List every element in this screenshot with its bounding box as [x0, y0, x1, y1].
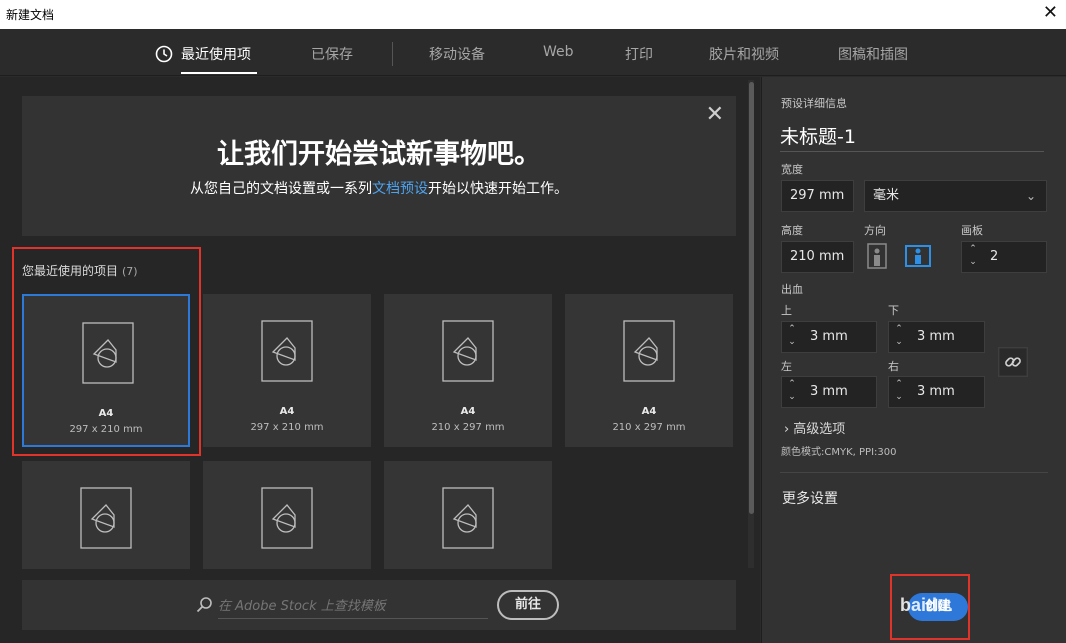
preset-card[interactable]: A4 297 x 210 mm — [203, 294, 371, 447]
advanced-options-label: 高级选项 — [793, 422, 846, 437]
advanced-options[interactable]: › 高级选项 — [784, 418, 845, 437]
search-icon — [196, 597, 212, 613]
tab-web[interactable]: Web — [543, 44, 574, 60]
preset-details-panel: 预设详细信息 未标题-1 宽度 297 mm 毫米 ⌄ 高度 210 mm 方向 … — [761, 77, 1066, 643]
document-preset-icon — [442, 487, 494, 549]
width-field[interactable]: 297 mm — [781, 180, 854, 212]
document-preset-icon — [80, 487, 132, 549]
preset-card[interactable] — [22, 461, 190, 569]
height-field[interactable]: 210 mm — [781, 241, 854, 273]
banner-close-icon[interactable]: ✕ — [706, 104, 724, 126]
artboards-stepper[interactable]: ⌃ ⌄ — [966, 243, 980, 271]
bleed-label: 出血 — [781, 283, 803, 296]
landscape-orientation-icon[interactable] — [905, 243, 931, 269]
window-title: 新建文档 — [6, 8, 55, 22]
welcome-banner: 让我们开始尝试新事物吧。 从您自己的文档设置或一系列文档预设开始以快速开始工作。… — [22, 96, 736, 236]
document-preset-icon — [442, 320, 494, 382]
bleed-left-label: 左 — [781, 360, 792, 373]
stock-search-input[interactable] — [218, 595, 488, 619]
welcome-sub-after: 开始以快速开始工作。 — [428, 181, 568, 197]
link-bleed-icon[interactable] — [998, 347, 1028, 377]
welcome-sub-before: 从您自己的文档设置或一系列 — [190, 181, 372, 197]
stock-search-bar: 前往 — [22, 580, 736, 630]
height-label: 高度 — [781, 224, 803, 237]
bleed-left-stepper[interactable]: ⌃ ⌄ — [785, 378, 799, 406]
tab-recent[interactable]: 最近使用项 — [181, 44, 251, 64]
chevron-down-icon: ⌄ — [1025, 189, 1036, 203]
bleed-bottom-label: 下 — [888, 304, 899, 317]
width-label: 宽度 — [781, 163, 803, 176]
tab-print[interactable]: 打印 — [625, 44, 653, 64]
welcome-subtitle: 从您自己的文档设置或一系列文档预设开始以快速开始工作。 — [22, 178, 736, 198]
preset-name: A4 — [641, 406, 657, 417]
clock-icon — [155, 45, 173, 63]
units-value: 毫米 — [873, 188, 900, 203]
tab-mobile[interactable]: 移动设备 — [429, 44, 485, 64]
chevron-right-icon: › — [784, 422, 790, 437]
portrait-orientation-icon[interactable] — [864, 243, 890, 269]
highlight-box-recent — [12, 247, 201, 456]
active-tab-indicator — [181, 72, 257, 74]
preset-card[interactable]: A4 210 x 297 mm — [384, 294, 552, 447]
color-mode-info: 颜色模式:CMYK, PPI:300 — [781, 447, 897, 458]
bleed-top-stepper[interactable]: ⌃ ⌄ — [785, 323, 799, 351]
bleed-right-stepper[interactable]: ⌃ ⌄ — [892, 378, 906, 406]
artboards-label: 画板 — [961, 224, 983, 237]
close-icon[interactable]: ✕ — [1043, 3, 1058, 23]
orientation-label: 方向 — [864, 224, 886, 237]
tab-art-illustration[interactable]: 图稿和插图 — [838, 44, 908, 64]
preset-card[interactable] — [203, 461, 371, 569]
preset-size: 210 x 297 mm — [431, 422, 505, 433]
preset-card[interactable] — [384, 461, 552, 569]
document-preset-icon — [623, 320, 675, 382]
more-settings-button[interactable]: 更多设置 — [782, 488, 838, 508]
preset-name: A4 — [279, 406, 295, 417]
bleed-top-label: 上 — [781, 304, 792, 317]
document-preset-icon — [261, 487, 313, 549]
document-presets-link[interactable]: 文档预设 — [372, 181, 428, 197]
tab-saved[interactable]: 已保存 — [311, 44, 353, 64]
preset-size: 297 x 210 mm — [250, 422, 324, 433]
scrollbar-thumb[interactable] — [749, 82, 754, 514]
preset-details-label: 预设详细信息 — [781, 97, 847, 110]
highlight-box-create — [890, 574, 970, 640]
preset-size: 210 x 297 mm — [612, 422, 686, 433]
bleed-right-label: 右 — [888, 360, 899, 373]
welcome-title: 让我们开始尝试新事物吧。 — [217, 139, 541, 170]
bleed-bottom-stepper[interactable]: ⌃ ⌄ — [892, 323, 906, 351]
units-select[interactable]: 毫米 ⌄ — [864, 180, 1047, 212]
go-button[interactable]: 前往 — [497, 590, 559, 620]
document-preset-icon — [261, 320, 313, 382]
panel-divider — [780, 472, 1048, 473]
title-bar: 新建文档 ✕ — [0, 0, 1066, 29]
tab-film-video[interactable]: 胶片和视频 — [709, 44, 779, 64]
preset-card[interactable]: A4 210 x 297 mm — [565, 294, 733, 447]
tab-divider — [392, 42, 393, 66]
document-name-field[interactable]: 未标题-1 — [780, 122, 1044, 152]
category-tabs: 最近使用项 已保存 移动设备 Web 打印 胶片和视频 图稿和插图 — [0, 29, 1066, 76]
preset-name: A4 — [460, 406, 476, 417]
